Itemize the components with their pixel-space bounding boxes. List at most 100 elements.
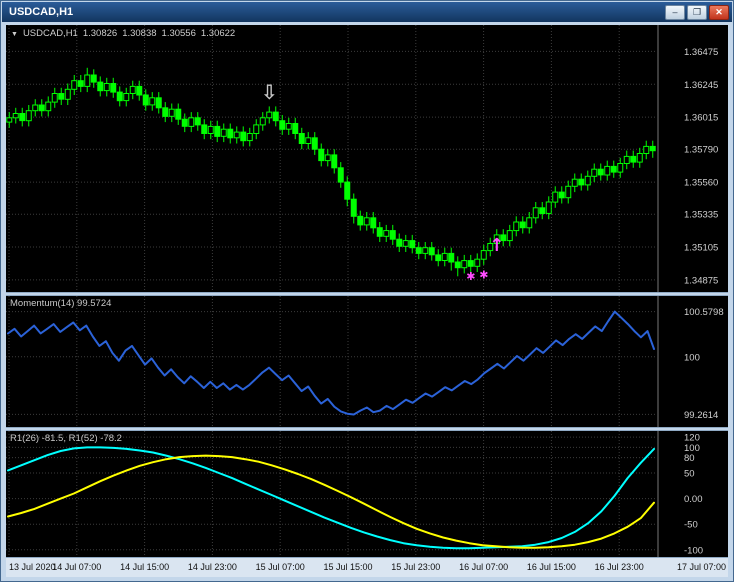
candle-bull bbox=[221, 129, 226, 136]
candle-bull bbox=[403, 241, 408, 247]
candle-bull bbox=[260, 118, 265, 125]
candle-bear bbox=[143, 95, 148, 105]
minimize-icon: – bbox=[672, 7, 677, 17]
symbol-dropdown-icon[interactable]: ▼ bbox=[11, 31, 18, 38]
candlestick-chart[interactable]: 1.364751.362451.360151.357901.355601.353… bbox=[6, 25, 728, 292]
candle-bear bbox=[650, 146, 655, 150]
momentum-chart[interactable]: 100.5798 100 99.2614 bbox=[6, 296, 728, 427]
candle-bear bbox=[520, 222, 525, 228]
axis-label: -50 bbox=[684, 520, 698, 531]
r1-panel[interactable]: 12010080500.00-50-100 R1(26) -81.5, R1(5… bbox=[6, 431, 728, 557]
candle-bear bbox=[416, 248, 421, 254]
candle-bear bbox=[215, 126, 220, 136]
candle-bear bbox=[273, 112, 278, 121]
time-label: 16 Jul 23:00 bbox=[595, 562, 644, 572]
close-icon: ✕ bbox=[715, 7, 723, 17]
candle-bull bbox=[384, 231, 389, 237]
time-label: 14 Jul 15:00 bbox=[120, 562, 169, 572]
candle-bear bbox=[579, 179, 584, 185]
candle-bull bbox=[33, 105, 38, 111]
candle-bear bbox=[371, 218, 376, 228]
candle-bull bbox=[65, 89, 70, 99]
candle-bear bbox=[429, 248, 434, 255]
axis-label: 1.34875 bbox=[684, 275, 718, 286]
candle-bear bbox=[358, 216, 363, 225]
candle-bull bbox=[72, 81, 77, 90]
axis-label: 80 bbox=[684, 453, 695, 464]
price-panel[interactable]: 1.364751.362451.360151.357901.355601.353… bbox=[6, 25, 728, 292]
candle-bull bbox=[46, 102, 51, 111]
candle-bear bbox=[176, 109, 181, 119]
candle-bull bbox=[527, 218, 532, 228]
candle-bear bbox=[468, 261, 473, 267]
time-label: 15 Jul 07:00 bbox=[256, 562, 305, 572]
candle-bull bbox=[637, 154, 642, 163]
axis-label: 1.36015 bbox=[684, 113, 718, 124]
candle-bear bbox=[163, 108, 168, 117]
axis-label: 100 bbox=[684, 352, 700, 363]
candle-bull bbox=[605, 166, 610, 175]
candle-bull bbox=[507, 231, 512, 241]
candle-bull bbox=[208, 126, 213, 133]
restore-icon: ❐ bbox=[693, 7, 701, 17]
candle-bear bbox=[377, 228, 382, 237]
candle-bull bbox=[618, 164, 623, 173]
candle-bear bbox=[241, 132, 246, 141]
restore-button[interactable]: ❐ bbox=[687, 5, 707, 20]
candle-bull bbox=[124, 94, 129, 101]
candle-bull bbox=[267, 112, 272, 118]
candle-bull bbox=[254, 125, 259, 134]
axis-label: 1.36245 bbox=[684, 80, 718, 91]
candle-bull bbox=[247, 134, 252, 141]
axis-label: 100.5798 bbox=[684, 307, 724, 318]
momentum-label: Momentum(14) 99.5724 bbox=[10, 298, 111, 309]
time-label: 15 Jul 23:00 bbox=[391, 562, 440, 572]
candle-bear bbox=[20, 114, 25, 121]
candle-bull bbox=[189, 118, 194, 127]
up-arrow-icon: ↑ bbox=[489, 235, 504, 256]
axis-label: 1.35335 bbox=[684, 210, 718, 221]
candle-bear bbox=[390, 231, 395, 240]
candle-bear bbox=[111, 84, 116, 93]
time-label: 14 Jul 23:00 bbox=[188, 562, 237, 572]
candle-bear bbox=[449, 253, 454, 262]
candle-bull bbox=[169, 109, 174, 116]
candle-bull bbox=[364, 218, 369, 225]
candle-bear bbox=[436, 255, 441, 261]
r1-chart[interactable]: 12010080500.00-50-100 bbox=[6, 431, 728, 557]
candle-bear bbox=[598, 169, 603, 175]
candle-bear bbox=[117, 92, 122, 101]
axis-label: 1.35560 bbox=[684, 178, 718, 189]
candle-bull bbox=[130, 86, 135, 93]
star-icon: ✱ bbox=[479, 269, 488, 282]
axis-label: 99.2614 bbox=[684, 410, 718, 421]
symbol-label: USDCAD,H1 bbox=[23, 28, 78, 39]
axis-label: -100 bbox=[684, 545, 703, 556]
candle-bear bbox=[351, 199, 356, 216]
chart-window: USDCAD,H1 – ❐ ✕ 1.36475 1.36245 1.36015 1.3… bbox=[0, 0, 734, 582]
candle-bear bbox=[345, 182, 350, 199]
candle-bear bbox=[202, 125, 207, 134]
candle-bull bbox=[52, 94, 57, 103]
minimize-button[interactable]: – bbox=[665, 5, 685, 20]
candle-bull bbox=[150, 98, 155, 105]
low-value: 1.30556 bbox=[162, 28, 196, 39]
candle-bull bbox=[572, 179, 577, 186]
candle-bear bbox=[397, 239, 402, 246]
candle-bull bbox=[234, 132, 239, 138]
ohlc-line: ▼USDCAD,H11.308261.308381.305561.30622 bbox=[11, 28, 240, 39]
window-title: USDCAD,H1 bbox=[9, 6, 665, 18]
axis-label: 1.36475 bbox=[684, 47, 718, 58]
candle-bear bbox=[611, 166, 616, 172]
close-button[interactable]: ✕ bbox=[709, 5, 729, 20]
axis-label: 50 bbox=[684, 469, 695, 480]
time-label: 13 Jul 2020 bbox=[9, 562, 56, 572]
axis-label: 0.00 bbox=[684, 494, 703, 505]
candle-bear bbox=[195, 118, 200, 125]
time-axis[interactable]: 13 Jul 202014 Jul 07:0014 Jul 15:0014 Ju… bbox=[6, 557, 728, 577]
candle-bull bbox=[104, 84, 109, 91]
window-titlebar[interactable]: USDCAD,H1 – ❐ ✕ bbox=[2, 2, 732, 22]
candle-bear bbox=[312, 138, 317, 149]
momentum-panel[interactable]: 100.5798 100 99.2614 Momentum(14) 99.5724 bbox=[6, 296, 728, 427]
candle-bull bbox=[514, 222, 519, 231]
